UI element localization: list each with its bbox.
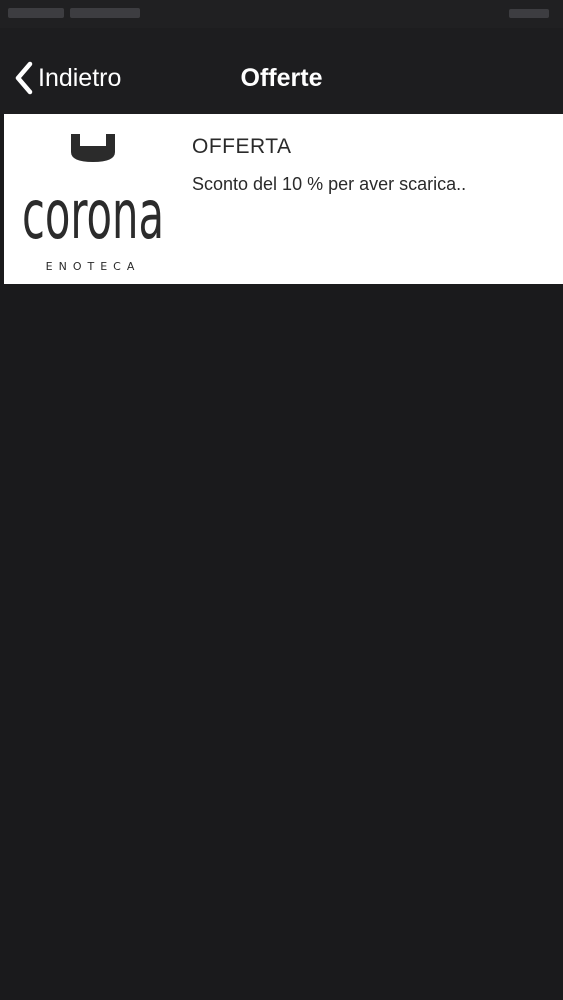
status-indicators (509, 6, 555, 20)
svg-text:corona: corona (22, 176, 164, 255)
status-bar (0, 0, 563, 28)
offer-list-item[interactable]: corona ENOTECA OFFERTA Sconto del 10 % p… (4, 114, 563, 284)
battery-icon (509, 9, 549, 19)
carrier-indicator (8, 6, 158, 18)
empty-content-area (0, 284, 563, 1000)
offer-description: Sconto del 10 % per aver scarica.. (192, 174, 467, 194)
offer-title: OFFERTA (192, 135, 292, 158)
page-title: Offerte (240, 64, 323, 92)
navigation-bar: Indietro Offerte (0, 28, 563, 114)
svg-text:ENOTECA: ENOTECA (46, 260, 141, 273)
app-screen: Indietro Offerte corona ENOTECA OFFERTA … (0, 0, 563, 1000)
corona-enoteca-logo: corona ENOTECA (22, 134, 164, 273)
